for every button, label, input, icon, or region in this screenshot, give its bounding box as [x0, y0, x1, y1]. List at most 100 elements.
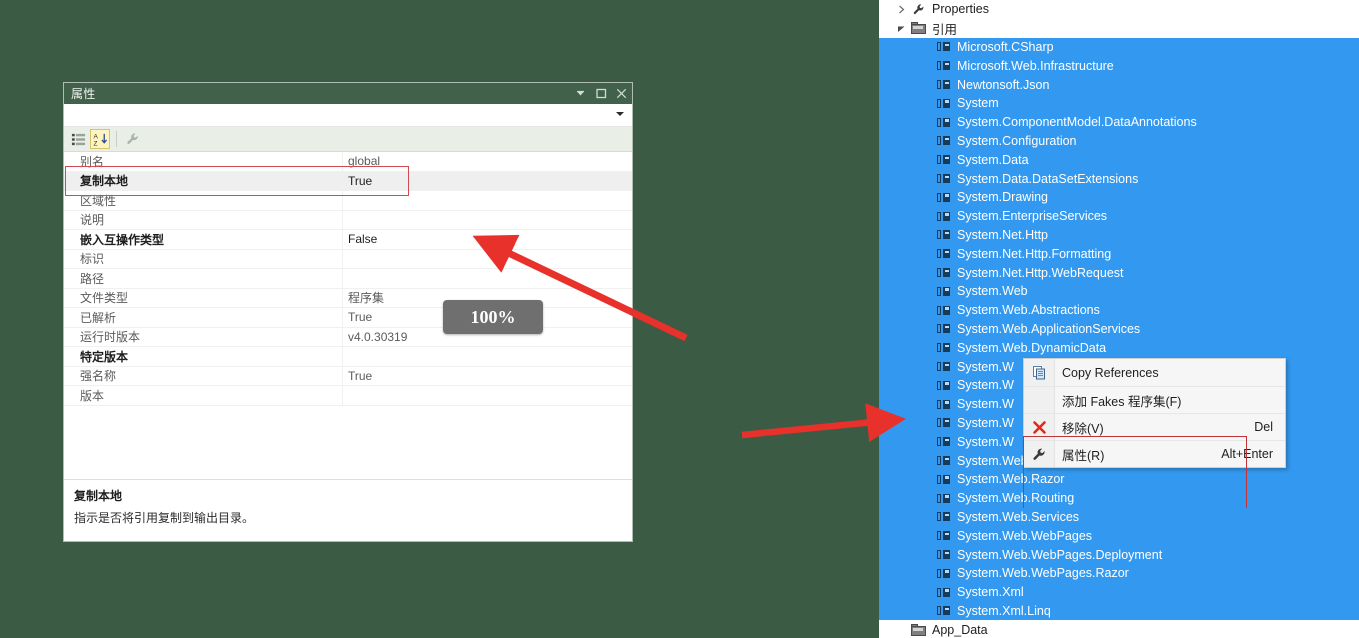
property-row[interactable]: 特定版本 [64, 347, 632, 367]
property-name: 运行时版本 [80, 330, 141, 345]
tree-node[interactable]: System.Xml [879, 582, 1359, 602]
properties-object-selector[interactable] [64, 104, 632, 127]
property-row[interactable]: 别名 global [64, 152, 632, 172]
tree-node[interactable]: System.Xml.Linq [879, 601, 1359, 621]
property-value[interactable] [342, 347, 632, 366]
tree-node[interactable]: System.Web.WebPages.Razor [879, 563, 1359, 583]
property-value[interactable]: global [342, 152, 632, 171]
property-pages-button[interactable] [123, 129, 143, 149]
property-row[interactable]: 已解析 True [64, 308, 632, 328]
tree-node[interactable]: Microsoft.CSharp [879, 37, 1359, 57]
tree-node[interactable]: System.Data.DataSetExtensions [879, 169, 1359, 188]
reference-context-menu[interactable]: Copy References 添加 Fakes 程序集(F) 移除(V) De… [1023, 358, 1286, 468]
property-row[interactable]: 区域性 [64, 191, 632, 211]
property-value[interactable] [342, 210, 632, 229]
menu-item-accel: Alt+Enter [1221, 447, 1273, 461]
tree-node-label: System.Web.Routing [957, 491, 1075, 506]
tree-node[interactable]: Microsoft.Web.Infrastructure [879, 56, 1359, 76]
property-row[interactable]: 文件类型 程序集 [64, 288, 632, 308]
tree-node[interactable]: App_Data [879, 620, 1359, 638]
tree-node[interactable]: System.Web.WebPages.Deployment [879, 545, 1359, 564]
property-value[interactable]: True [342, 171, 632, 190]
property-row[interactable]: 说明 [64, 210, 632, 230]
property-name: 文件类型 [80, 291, 129, 306]
maximize-icon[interactable] [596, 88, 607, 99]
property-value[interactable]: False [342, 230, 632, 249]
property-value[interactable]: True [342, 366, 632, 385]
property-row[interactable]: 版本 [64, 386, 632, 406]
solution-explorer-pane[interactable]: Properties 引用 Microsoft.CSharp Microsoft.We… [879, 0, 1359, 638]
tree-node-label: System.Web.WebPages [957, 528, 1093, 543]
properties-titlebar[interactable]: 属性 [64, 83, 632, 104]
property-value[interactable] [342, 191, 632, 210]
tree-node[interactable]: System.Data [879, 150, 1359, 170]
tree-node[interactable]: Properties [879, 0, 1359, 19]
categorized-view-button[interactable] [68, 129, 88, 149]
tree-node[interactable]: System.Net.Http.Formatting [879, 244, 1359, 264]
tree-node[interactable]: System.Web.WebPages [879, 526, 1359, 546]
property-name: 已解析 [80, 310, 117, 325]
assembly-reference-icon [934, 436, 953, 447]
tree-node[interactable]: System.Web.DynamicData [879, 338, 1359, 358]
tree-node[interactable]: System.Web.Routing [879, 488, 1359, 508]
assembly-reference-icon [934, 117, 953, 128]
tree-node-label: System.Net.Http [957, 227, 1048, 242]
chevron-down-icon[interactable] [616, 112, 624, 116]
property-value[interactable] [342, 386, 632, 405]
menu-item-copy-references[interactable]: Copy References [1024, 359, 1285, 386]
tree-node-label: System.Web.WebPages.Razor [957, 566, 1129, 581]
tree-node[interactable]: System.ComponentModel.DataAnnotations [879, 112, 1359, 132]
svg-text:A: A [93, 133, 98, 140]
assembly-reference-icon [934, 399, 953, 410]
tree-node[interactable]: System.Web.ApplicationServices [879, 319, 1359, 339]
wrench-icon [1024, 447, 1054, 462]
tree-node[interactable]: System.Net.Http [879, 225, 1359, 245]
assembly-reference-icon [934, 98, 953, 109]
tree-node-label: Microsoft.CSharp [957, 39, 1054, 54]
tree-node[interactable]: 引用 [879, 19, 1359, 38]
properties-toolbar[interactable]: A Z [64, 127, 632, 152]
property-row[interactable]: 运行时版本 v4.0.30319 [64, 327, 632, 347]
svg-text:Z: Z [93, 140, 97, 146]
tree-node-label: System.Net.Http.Formatting [957, 246, 1112, 261]
property-value[interactable] [342, 249, 632, 268]
tree-node[interactable]: System.Configuration [879, 131, 1359, 151]
tree-node[interactable]: System.EnterpriseServices [879, 206, 1359, 226]
chevron-right-icon[interactable] [893, 5, 909, 14]
tree-node[interactable]: Newtonsoft.Json [879, 75, 1359, 94]
tree-node[interactable]: System.Net.Http.WebRequest [879, 263, 1359, 282]
menu-item-add-fakes-assembly[interactable]: 添加 Fakes 程序集(F) [1024, 386, 1285, 413]
tree-node[interactable]: System.Drawing [879, 187, 1359, 207]
menu-item-remove[interactable]: 移除(V) Del [1024, 413, 1285, 440]
property-row[interactable]: 强名称 True [64, 366, 632, 386]
close-icon[interactable] [616, 88, 627, 99]
tree-node-label: System.Web.Abstractions [957, 303, 1100, 318]
menu-item-label: 添加 Fakes 程序集(F) [1062, 394, 1182, 409]
menu-item-label: 属性(R) [1062, 448, 1105, 463]
assembly-reference-icon [934, 41, 953, 52]
property-row[interactable]: 标识 [64, 249, 632, 269]
tree-node[interactable]: System.Web.Razor [879, 469, 1359, 489]
menu-item-accel: Del [1254, 420, 1273, 434]
property-grid[interactable]: 别名 global 复制本地 True 区域性 说明 嵌入互操作类型 False 标识 路径 文件类… [64, 152, 632, 479]
assembly-reference-icon [934, 173, 953, 184]
alphabetical-view-button[interactable]: A Z [90, 129, 110, 149]
properties-window[interactable]: 属性 A Z 别名 global 复制本地 True 区域性 说明 嵌入互操作类… [63, 82, 633, 542]
property-row[interactable]: 嵌入互操作类型 False [64, 230, 632, 250]
tree-node-label: System.Drawing [957, 190, 1048, 205]
property-value[interactable] [342, 269, 632, 288]
assembly-reference-icon [934, 286, 953, 297]
property-name: 特定版本 [80, 349, 129, 364]
tree-node[interactable]: System.Web.Services [879, 507, 1359, 527]
tree-node-label: System.ComponentModel.DataAnnotations [957, 115, 1197, 130]
tree-node[interactable]: System [879, 93, 1359, 113]
chevron-down-icon[interactable] [576, 88, 587, 99]
property-row[interactable]: 路径 [64, 269, 632, 289]
chevron-down-icon[interactable] [893, 24, 909, 33]
tree-node[interactable]: System.Web [879, 281, 1359, 301]
reference-tree[interactable]: Properties 引用 Microsoft.CSharp Microsoft.We… [879, 0, 1359, 638]
tree-node-label: System.W [957, 378, 1014, 393]
property-row[interactable]: 复制本地 True [64, 171, 632, 191]
menu-item-properties[interactable]: 属性(R) Alt+Enter [1024, 440, 1285, 467]
tree-node[interactable]: System.Web.Abstractions [879, 300, 1359, 320]
